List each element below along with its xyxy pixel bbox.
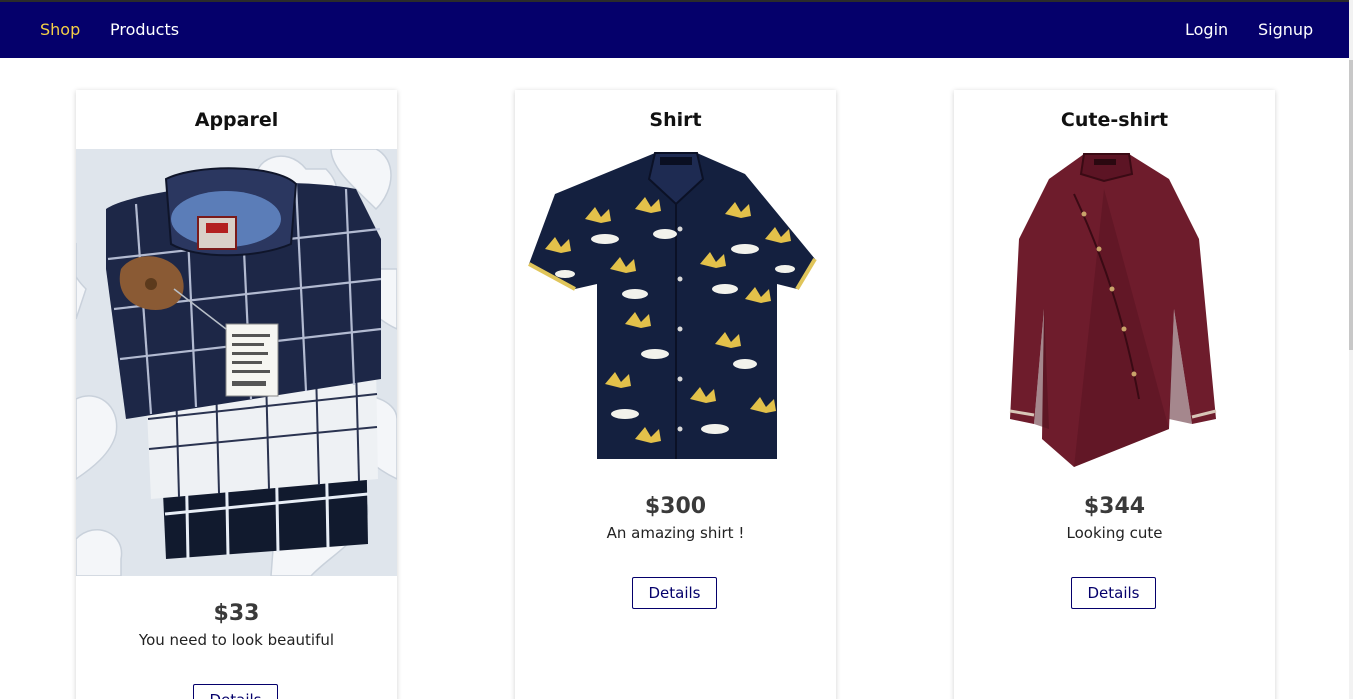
maroon-shirt-image[interactable]: [954, 149, 1275, 469]
hawaiian-shirt-image[interactable]: [515, 149, 836, 469]
nav-link-products[interactable]: Products: [110, 2, 179, 58]
nav-link-login[interactable]: Login: [1185, 2, 1228, 58]
product-title: Cute-shirt: [1060, 109, 1169, 131]
product-price: $344: [1083, 494, 1146, 519]
nav-brand-shop[interactable]: Shop: [40, 2, 80, 58]
product-title: Apparel: [194, 109, 279, 131]
product-description: An amazing shirt !: [606, 524, 745, 542]
product-description: Looking cute: [1066, 524, 1163, 542]
details-button[interactable]: Details: [632, 577, 717, 609]
stacked-plaid-shirts-image[interactable]: [68, 148, 398, 577]
details-button[interactable]: Details: [193, 684, 278, 699]
details-button[interactable]: Details: [1071, 577, 1156, 609]
product-price: $33: [213, 601, 260, 626]
product-title: Shirt: [649, 109, 702, 131]
scrollbar-thumb[interactable]: [1349, 60, 1353, 350]
product-card-shirt: Shirt $300 An amazing shirt ! Details: [515, 90, 836, 699]
product-card-cute-shirt: Cute-shirt $344 Looking cute Details: [954, 90, 1275, 699]
product-price: $300: [644, 494, 707, 519]
navbar: Shop Products Login Signup: [0, 2, 1349, 58]
product-card-apparel: Apparel $33 You need to look beautiful: [68, 90, 398, 699]
nav-link-signup[interactable]: Signup: [1258, 2, 1313, 58]
page-scrollbar[interactable]: [1349, 0, 1353, 699]
page: Shop Products Login Signup Apparel $33 Y…: [0, 0, 1353, 699]
product-description: You need to look beautiful: [138, 631, 335, 649]
